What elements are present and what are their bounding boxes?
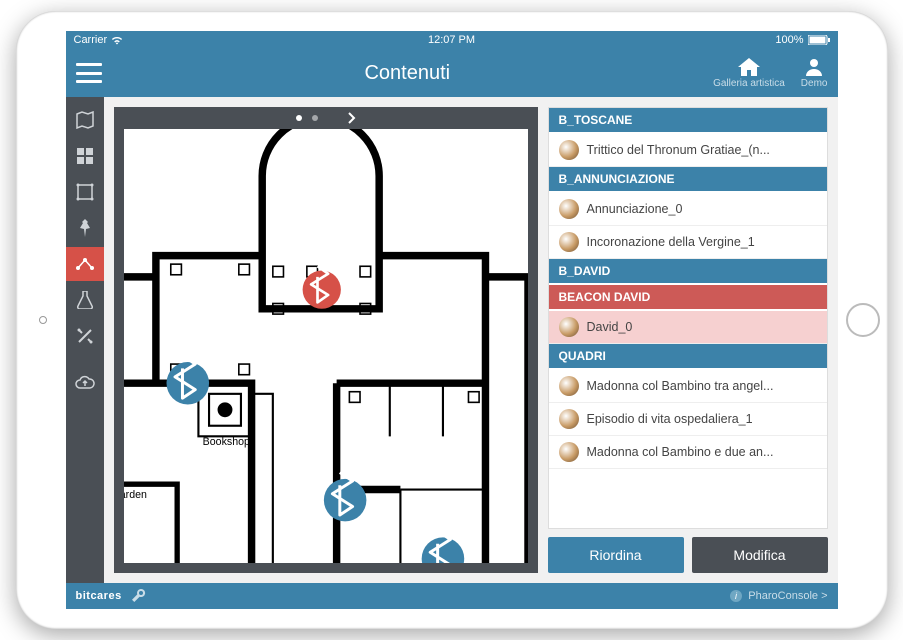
beacon-icon[interactable] <box>421 531 464 563</box>
user-button[interactable]: Demo <box>801 58 828 89</box>
floorplan-card: Bookshop arden <box>114 107 538 573</box>
artwork-thumb-icon <box>559 376 579 396</box>
list-item-label: Madonna col Bambino tra angel... <box>587 379 774 393</box>
chevron-right-icon[interactable] <box>348 112 356 124</box>
list-item[interactable]: David_0 <box>549 311 827 344</box>
reorder-button[interactable]: Riordina <box>548 537 684 573</box>
gallery-label: Galleria artistica <box>713 78 785 89</box>
home-button[interactable] <box>846 303 880 337</box>
artwork-thumb-icon <box>559 199 579 219</box>
garden-label: arden <box>124 489 147 501</box>
content-area: Bookshop arden B_TOSCANE <box>66 97 838 583</box>
tool-settings[interactable] <box>66 319 104 353</box>
list-item-label: Annunciazione_0 <box>587 202 683 216</box>
brand-logo: bitcares <box>76 590 122 602</box>
list-item[interactable]: Annunciazione_0 <box>549 193 827 226</box>
tool-pin[interactable] <box>66 211 104 245</box>
gallery-button[interactable]: Galleria artistica <box>713 58 785 89</box>
app-bar: Contenuti Galleria artistica Demo <box>66 49 838 97</box>
artwork-thumb-icon <box>559 317 579 337</box>
bookshop-label: Bookshop <box>202 436 249 448</box>
carrier-label: Carrier <box>74 34 108 46</box>
beacon-icon[interactable] <box>166 356 209 405</box>
list-item-label: Incoronazione della Vergine_1 <box>587 235 755 249</box>
pager-dot-2[interactable] <box>312 115 318 121</box>
list-header-alert[interactable]: BEACON DAVID <box>549 285 827 311</box>
artwork-thumb-icon <box>559 409 579 429</box>
beacon-icon[interactable] <box>323 473 366 522</box>
main-panel: Bookshop arden B_TOSCANE <box>104 97 838 583</box>
camera-dot <box>39 316 47 324</box>
artwork-thumb-icon <box>559 140 579 160</box>
list-item-label: Episodio di vita ospedaliera_1 <box>587 412 753 426</box>
list-item[interactable]: Madonna col Bambino tra angel... <box>549 370 827 403</box>
list-header[interactable]: B_DAVID <box>549 259 827 285</box>
page-title: Contenuti <box>364 62 450 85</box>
battery-icon <box>808 35 830 45</box>
list-item[interactable]: Incoronazione della Vergine_1 <box>549 226 827 259</box>
list-item[interactable]: Episodio di vita ospedaliera_1 <box>549 403 827 436</box>
footer-bar: bitcares i PharoConsole > <box>66 583 838 609</box>
user-label: Demo <box>801 78 828 89</box>
user-icon <box>805 58 823 76</box>
tablet-frame: Carrier 12:07 PM 100% Contenuti <box>16 11 888 629</box>
wifi-icon <box>111 36 123 45</box>
list-item-label: Madonna col Bambino e due an... <box>587 445 774 459</box>
pager-dot-1[interactable] <box>296 115 302 121</box>
tool-bounds[interactable] <box>66 175 104 209</box>
list-header[interactable]: QUADRI <box>549 344 827 370</box>
floorplan-canvas[interactable]: Bookshop arden <box>124 129 528 563</box>
edit-button[interactable]: Modifica <box>692 537 828 573</box>
list-item[interactable]: Madonna col Bambino e due an... <box>549 436 827 469</box>
action-row: Riordina Modifica <box>548 537 828 573</box>
app-screen: Carrier 12:07 PM 100% Contenuti <box>66 31 838 609</box>
tool-lab[interactable] <box>66 283 104 317</box>
console-label[interactable]: PharoConsole > <box>748 590 827 602</box>
list-header[interactable]: B_TOSCANE <box>549 108 827 134</box>
list-header[interactable]: B_ANNUNCIAZIONE <box>549 167 827 193</box>
clock-label: 12:07 PM <box>428 34 475 46</box>
artwork-thumb-icon <box>559 442 579 462</box>
home-icon <box>738 58 760 76</box>
left-toolbar <box>66 97 104 583</box>
menu-button[interactable] <box>76 63 102 83</box>
list-item-label: David_0 <box>587 320 633 334</box>
status-bar: Carrier 12:07 PM 100% <box>66 31 838 49</box>
list-item-label: Trittico del Thronum Gratiae_(n... <box>587 143 770 157</box>
info-icon[interactable]: i <box>730 590 742 602</box>
list-item[interactable]: Trittico del Thronum Gratiae_(n... <box>549 134 827 167</box>
tool-path[interactable] <box>66 247 104 281</box>
floorplan-pager[interactable] <box>114 107 538 129</box>
tool-grid[interactable] <box>66 139 104 173</box>
tool-cloud[interactable] <box>66 365 104 399</box>
beacon-icon[interactable] <box>302 266 340 309</box>
tool-map[interactable] <box>66 103 104 137</box>
content-list[interactable]: B_TOSCANE Trittico del Thronum Gratiae_(… <box>548 107 828 529</box>
side-panel: B_TOSCANE Trittico del Thronum Gratiae_(… <box>548 107 828 573</box>
artwork-thumb-icon <box>559 232 579 252</box>
battery-label: 100% <box>775 34 803 46</box>
wrench-icon[interactable] <box>132 589 146 603</box>
